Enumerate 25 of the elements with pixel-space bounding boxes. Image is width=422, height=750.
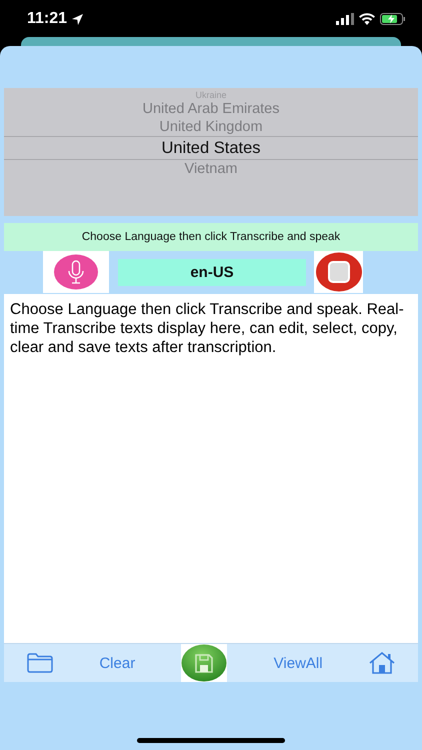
picker-item[interactable]: Vietnam (4, 160, 418, 178)
battery-charging-icon (380, 13, 406, 25)
save-button[interactable] (181, 644, 228, 682)
microphone-icon (53, 254, 99, 290)
picker-item[interactable]: United Kingdom (4, 118, 418, 136)
microphone-button[interactable] (43, 251, 109, 293)
transcript-text-area[interactable]: Choose Language then click Transcribe and speak. Real-time Transcribe texts display here, can edit, select, copy, clear and save texts after transcription. (4, 294, 418, 643)
picker-item[interactable]: United Arab Emirates (4, 100, 418, 118)
wifi-icon (359, 13, 375, 25)
instruction-banner: Choose Language then click Transcribe and speak (4, 223, 418, 251)
language-code-field: en-US (118, 258, 306, 286)
status-time: 11:21 (27, 10, 68, 28)
stop-button[interactable] (314, 251, 363, 293)
picker-item[interactable]: United States (4, 136, 418, 160)
home-button[interactable] (368, 652, 395, 674)
stop-icon (314, 252, 362, 292)
toolbar-button[interactable]: ViewAll (274, 654, 323, 672)
toolbar-button[interactable]: Clear (99, 654, 136, 672)
signal-icon (336, 13, 354, 25)
home-icon (368, 652, 395, 674)
folder-icon (27, 653, 54, 673)
floppy-disk-icon (181, 644, 228, 682)
folder-button[interactable] (27, 653, 54, 673)
location-arrow-icon (72, 14, 84, 24)
transcript-text: Choose Language then click Transcribe and speak. Real-time Transcribe texts display here, can edit, select, copy, clear and save texts after transcription. (10, 301, 404, 356)
